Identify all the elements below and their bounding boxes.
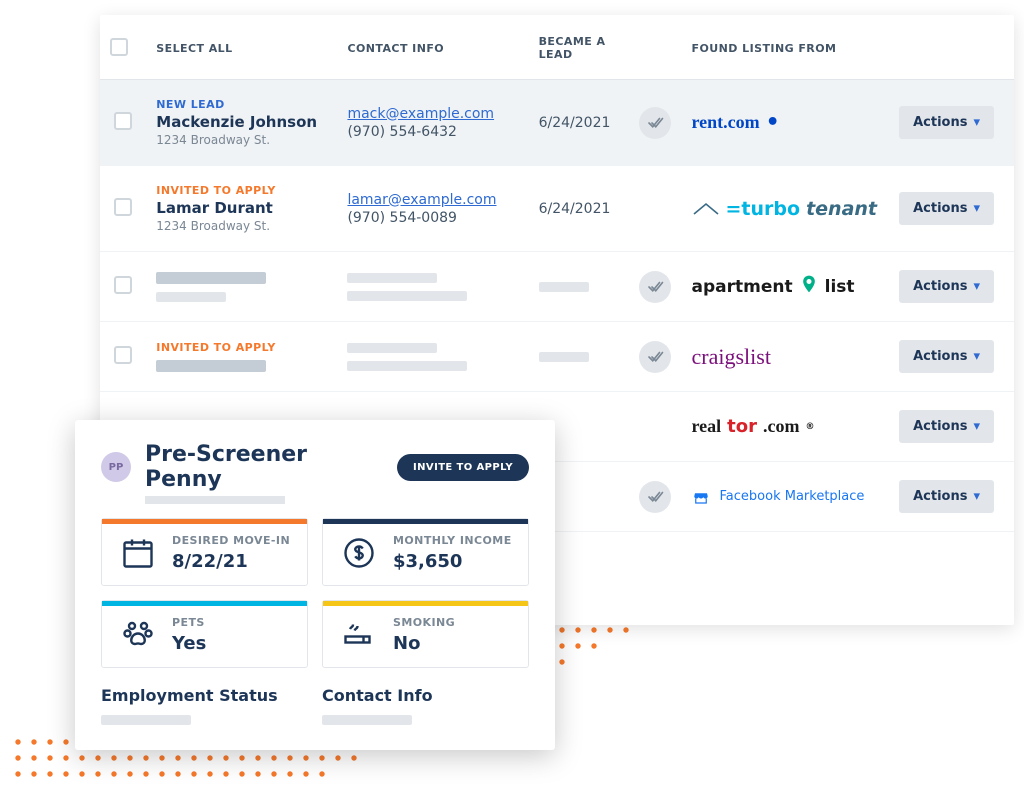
- tile-label: SMOKING: [393, 616, 455, 630]
- lead-name[interactable]: Lamar Durant: [156, 199, 327, 217]
- lead-address: 1234 Broadway St.: [156, 219, 327, 233]
- lead-phone: (970) 554-0089: [347, 210, 518, 226]
- calendar-icon: [118, 533, 158, 573]
- table-row: NEW LEAD Mackenzie Johnson 1234 Broadway S…: [100, 80, 1014, 166]
- placeholder-bar: [347, 291, 467, 301]
- placeholder-bar: [539, 282, 589, 292]
- dollar-icon: [339, 533, 379, 573]
- caret-down-icon: ▾: [973, 419, 980, 434]
- tile-value: No: [393, 633, 455, 654]
- double-check-icon: [639, 271, 671, 303]
- double-check-icon: [639, 107, 671, 139]
- lead-phone: (970) 554-6432: [347, 124, 518, 140]
- lead-address: 1234 Broadway St.: [156, 133, 327, 147]
- tiles-grid: DESIRED MOVE-IN 8/22/21 MONTHLY INCOME $…: [101, 518, 529, 668]
- prescreener-card: PP Pre-Screener Penny INVITE TO APPLY DE…: [75, 420, 555, 750]
- subtitle-placeholder: [145, 496, 285, 504]
- placeholder-bar: [347, 343, 437, 353]
- tile-value: Yes: [172, 633, 206, 654]
- lead-email-link[interactable]: lamar@example.com: [347, 192, 496, 208]
- placeholder-bar: [156, 360, 266, 372]
- source-facebook-marketplace-logo: Facebook Marketplace: [692, 488, 879, 506]
- actions-button[interactable]: Actions▾: [899, 106, 994, 139]
- header-checkbox-col: [100, 15, 146, 80]
- cigarette-icon: [339, 615, 379, 655]
- placeholder-bar: [539, 352, 589, 362]
- table-row: INVITED TO APPLY craigslist Actions▾: [100, 322, 1014, 392]
- caret-down-icon: ▾: [973, 489, 980, 504]
- actions-button[interactable]: Actions▾: [899, 270, 994, 303]
- card-title: Pre-Screener Penny: [145, 442, 383, 492]
- actions-button[interactable]: Actions▾: [899, 192, 994, 225]
- placeholder-bar: [101, 715, 191, 725]
- actions-button[interactable]: Actions▾: [899, 480, 994, 513]
- row-checkbox[interactable]: [114, 276, 132, 294]
- actions-button[interactable]: Actions▾: [899, 340, 994, 373]
- tile-label: PETS: [172, 616, 206, 630]
- actions-button[interactable]: Actions▾: [899, 410, 994, 443]
- source-craigslist-logo: craigslist: [692, 344, 879, 370]
- source-apartmentlist-logo: apartmentlist: [692, 274, 879, 299]
- double-check-icon: [639, 481, 671, 513]
- header-from: FOUND LISTING FROM: [682, 15, 889, 80]
- caret-down-icon: ▾: [973, 115, 980, 130]
- select-all-checkbox[interactable]: [110, 38, 128, 56]
- source-rent-logo: rent.com•: [692, 112, 879, 133]
- section-contact-info: Contact Info: [322, 686, 529, 705]
- header-contact: CONTACT INFO: [337, 15, 528, 80]
- paw-icon: [118, 615, 158, 655]
- row-checkbox[interactable]: [114, 346, 132, 364]
- placeholder-bar: [156, 272, 266, 284]
- tile-pets: PETS Yes: [101, 600, 308, 668]
- tile-value: 8/22/21: [172, 551, 290, 572]
- header-became: BECAME A LEAD: [529, 15, 630, 80]
- lead-date: 6/24/2021: [539, 115, 611, 131]
- header-select-all[interactable]: SELECT ALL: [146, 15, 337, 80]
- lead-status-tag: INVITED TO APPLY: [156, 184, 327, 197]
- row-checkbox[interactable]: [114, 112, 132, 130]
- table-row: INVITED TO APPLY Lamar Durant 1234 Broadwa…: [100, 166, 1014, 252]
- row-checkbox[interactable]: [114, 198, 132, 216]
- avatar: PP: [101, 452, 131, 482]
- placeholder-bar: [347, 273, 437, 283]
- placeholder-bar: [347, 361, 467, 371]
- tile-smoking: SMOKING No: [322, 600, 529, 668]
- double-check-icon: [639, 341, 671, 373]
- lead-name[interactable]: Mackenzie Johnson: [156, 113, 327, 131]
- lead-status-tag: NEW LEAD: [156, 98, 327, 111]
- placeholder-bar: [322, 715, 412, 725]
- invite-to-apply-button[interactable]: INVITE TO APPLY: [397, 454, 529, 481]
- placeholder-bar: [156, 292, 226, 302]
- lead-date: 6/24/2021: [539, 201, 611, 217]
- table-row: apartmentlist Actions▾: [100, 252, 1014, 322]
- source-turbotenant-logo: =turbotenant: [692, 198, 879, 220]
- section-employment: Employment Status: [101, 686, 308, 705]
- tile-label: MONTHLY INCOME: [393, 534, 512, 548]
- lead-status-tag: INVITED TO APPLY: [156, 341, 327, 354]
- caret-down-icon: ▾: [973, 201, 980, 216]
- caret-down-icon: ▾: [973, 279, 980, 294]
- tile-monthly-income: MONTHLY INCOME $3,650: [322, 518, 529, 586]
- source-realtor-logo: realtor.com®: [692, 416, 879, 437]
- tile-label: DESIRED MOVE-IN: [172, 534, 290, 548]
- tile-value: $3,650: [393, 551, 512, 572]
- caret-down-icon: ▾: [973, 349, 980, 364]
- tile-desired-movein: DESIRED MOVE-IN 8/22/21: [101, 518, 308, 586]
- lead-email-link[interactable]: mack@example.com: [347, 106, 494, 122]
